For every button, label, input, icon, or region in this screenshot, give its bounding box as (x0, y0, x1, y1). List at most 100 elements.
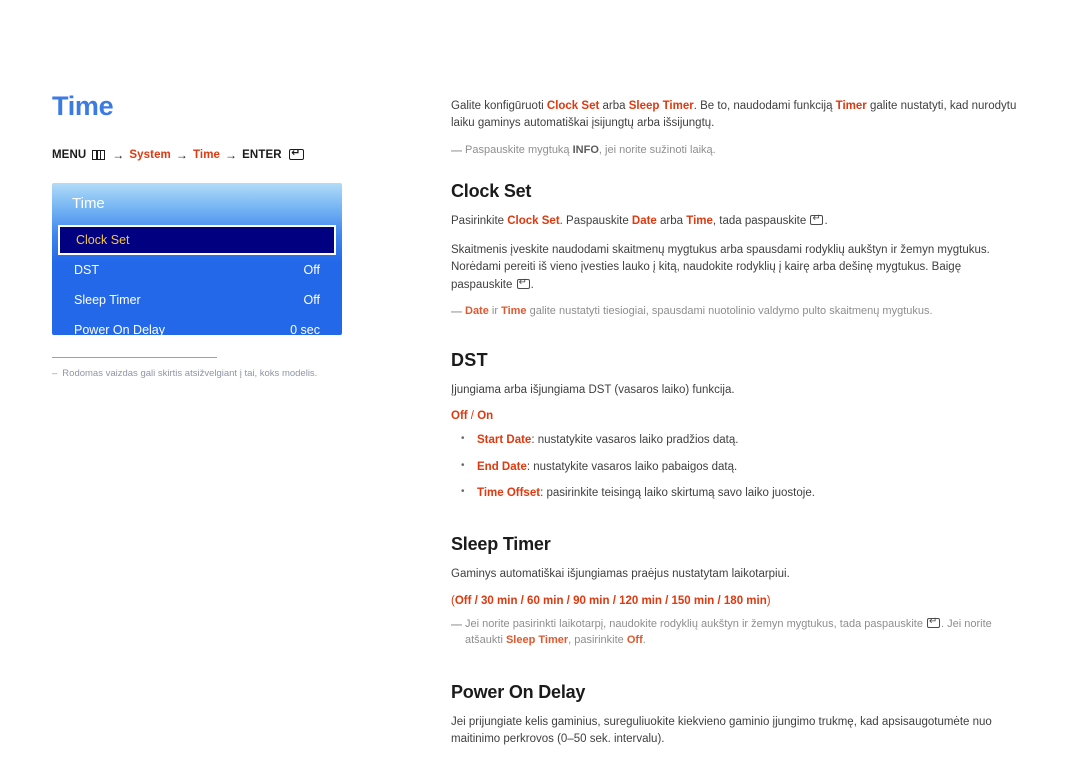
intro-note-text-1: Paspauskite mygtuką (465, 143, 573, 156)
enter-return-icon (288, 147, 304, 161)
intro-accent-timer: Timer (835, 100, 867, 112)
clock-set-note-body: Date ir Time galite nustatyti tiesiogiai… (465, 303, 1023, 321)
footnote-dash: – (52, 367, 58, 379)
breadcrumb-arrow-3: → (225, 147, 238, 162)
cs-p1-t3: arba (656, 215, 687, 228)
sleep-timer-options-values: Off / 30 min / 60 min / 90 min / 120 min… (454, 594, 767, 607)
osd-row-power-on-delay[interactable]: Power On Delay 0 sec (52, 315, 342, 335)
cs-p1-accent-time: Time (686, 215, 713, 228)
osd-row-label: Sleep Timer (74, 292, 141, 307)
osd-menu-screenshot: Time Clock Set DST Off Sleep Timer Off P… (52, 182, 342, 335)
section-heading-power-on-delay: Power On Delay (451, 681, 586, 702)
osd-row-list: Clock Set DST Off Sleep Timer Off Power … (52, 224, 342, 335)
dst-option-separator: / (467, 410, 478, 423)
dst-bullet-term-start-date: Start Date (477, 434, 532, 447)
section-clock-set: Clock Set Pasirinkite Clock Set. Paspaus… (451, 181, 1023, 320)
dst-bullet-list: Start Date: nustatykite vasaros laiko pr… (451, 431, 1023, 502)
cs-p1-accent-date: Date (631, 215, 657, 228)
sleep-timer-note: — Jei norite pasirinkti laikotarpį, naud… (451, 616, 1023, 649)
osd-row-value: 0 sec (290, 322, 320, 335)
intro-paragraph: Galite konfigūruoti Clock Set arba Sleep… (451, 98, 1023, 133)
osd-row-dst[interactable]: DST Off (52, 255, 342, 285)
breadcrumb-enter-label: ENTER (242, 148, 282, 161)
breadcrumb-step-time: Time (193, 148, 221, 161)
note-dash: — (451, 306, 462, 319)
intro-text-1: Galite konfigūruoti (451, 100, 547, 112)
intro-accent-clock-set: Clock Set (546, 100, 600, 112)
cs-p1-t2: . Paspauskite (559, 215, 632, 228)
dst-bullet-desc: : nustatykite vasaros laiko pradžios dat… (531, 434, 739, 447)
st-note-accent-sleep-timer: Sleep Timer (505, 634, 569, 646)
section-sleep-timer: Sleep Timer Gaminys automatiškai išjungi… (451, 534, 1023, 648)
osd-row-label: DST (74, 262, 99, 277)
intro-text-3: . Be to, naudodami funkciją (693, 100, 836, 112)
page-title: Time (52, 91, 114, 121)
dst-bullet-desc: : pasirinkite teisingą laiko skirtumą sa… (540, 486, 815, 499)
right-column: Galite konfigūruoti Clock Set arba Sleep… (451, 98, 1023, 748)
osd-row-value: Off (303, 262, 320, 277)
dst-bullet-term-time-offset: Time Offset (477, 486, 541, 499)
intro-text-2: arba (599, 100, 629, 112)
section-heading-sleep-timer: Sleep Timer (451, 534, 551, 555)
menu-grid-icon (92, 149, 106, 160)
cs-note-t2: galite nustatyti tiesiogiai, spausdami n… (526, 305, 933, 318)
note-dash: — (451, 144, 462, 157)
osd-title: Time (72, 194, 105, 212)
clock-set-paragraph-1: Pasirinkite Clock Set. Paspauskite Date … (451, 213, 1023, 230)
cs-p1-accent-clock-set: Clock Set (507, 215, 560, 228)
breadcrumb: MENU → System → Time → ENTER (52, 147, 412, 162)
intro-note-info-button: INFO (572, 143, 599, 156)
note-dash: — (451, 618, 462, 631)
intro-accent-sleep-timer: Sleep Timer (628, 100, 694, 112)
st-note-accent-off: Off (626, 634, 643, 646)
st-note-t1: Jei norite pasirinkti laikotarpį, naudok… (465, 617, 927, 630)
section-dst: DST Įjungiama arba išjungiama DST (vasar… (451, 350, 1023, 502)
clock-set-paragraph-2: Skaitmenis įveskite naudodami skaitmenų … (451, 242, 1023, 294)
dst-option-on: On (477, 410, 494, 423)
enter-return-icon (927, 616, 941, 628)
sleep-timer-options-line: (Off / 30 min / 60 min / 90 min / 120 mi… (451, 595, 1023, 607)
cs-p1-t5: . (824, 215, 828, 228)
sleep-timer-note-body: Jei norite pasirinkti laikotarpį, naudok… (465, 616, 1023, 649)
list-item: Start Date: nustatykite vasaros laiko pr… (451, 431, 1023, 449)
st-note-t4: . (642, 634, 646, 646)
osd-footnote: – Rodomas vaizdas gali skirtis atsižvelg… (52, 356, 342, 380)
left-column: Time MENU → System → Time → ENTER Time C… (52, 91, 412, 380)
osd-row-value: Off (303, 292, 320, 307)
footnote-divider (52, 356, 217, 358)
footnote-text-row: – Rodomas vaizdas gali skirtis atsižvelg… (52, 367, 342, 380)
cs-note-accent-date: Date (465, 305, 489, 318)
section-power-on-delay: Power On Delay Jei prijungiate kelis gam… (451, 682, 1023, 749)
dst-bullet-term-end-date: End Date (477, 460, 527, 473)
osd-row-sleep-timer[interactable]: Sleep Timer Off (52, 285, 342, 315)
breadcrumb-menu-label: MENU (52, 148, 87, 161)
intro-note-body: Paspauskite mygtuką INFO, jei norite suž… (465, 142, 1023, 160)
sleep-timer-paragraph-1: Gaminys automatiškai išjungiamas praėjus… (451, 568, 790, 581)
sleep-timer-options-close: ) (766, 594, 771, 607)
list-item: End Date: nustatykite vasaros laiko paba… (451, 458, 1023, 476)
osd-row-label: Power On Delay (74, 322, 166, 335)
cs-note-t1: ir (488, 305, 502, 318)
manual-page: Time MENU → System → Time → ENTER Time C… (0, 0, 1080, 763)
section-heading-clock-set: Clock Set (451, 181, 532, 202)
breadcrumb-arrow-1: → (112, 147, 125, 162)
st-note-t3: , pasirinkite (568, 634, 627, 646)
clock-set-note: — Date ir Time galite nustatyti tiesiogi… (451, 303, 1023, 321)
cs-p1-t4: , tada paspauskite (712, 215, 810, 228)
cs-p1-t1: Pasirinkite (451, 215, 508, 228)
breadcrumb-step-system: System (129, 148, 171, 161)
dst-bullet-desc: : nustatykite vasaros laiko pabaigos dat… (526, 460, 738, 473)
dst-paragraph-1: Įjungiama arba išjungiama DST (vasaros l… (451, 383, 735, 396)
cs-note-accent-time: Time (501, 305, 527, 318)
cs-p2-t2: . (530, 278, 534, 291)
section-heading-dst: DST (451, 349, 488, 370)
footnote-text: Rodomas vaizdas gali skirtis atsižvelgia… (62, 367, 318, 379)
osd-row-clock-set[interactable]: Clock Set (58, 224, 336, 255)
list-item: Time Offset: pasirinkite teisingą laiko … (451, 484, 1023, 502)
enter-return-icon (516, 277, 530, 289)
power-on-delay-paragraph-1: Jei prijungiate kelis gaminius, sureguli… (451, 715, 992, 745)
intro-note-text-2: , jei norite sužinoti laiką. (598, 143, 716, 156)
enter-return-icon (810, 213, 824, 226)
breadcrumb-arrow-2: → (175, 147, 188, 162)
intro-note: — Paspauskite mygtuką INFO, jei norite s… (451, 142, 1023, 160)
